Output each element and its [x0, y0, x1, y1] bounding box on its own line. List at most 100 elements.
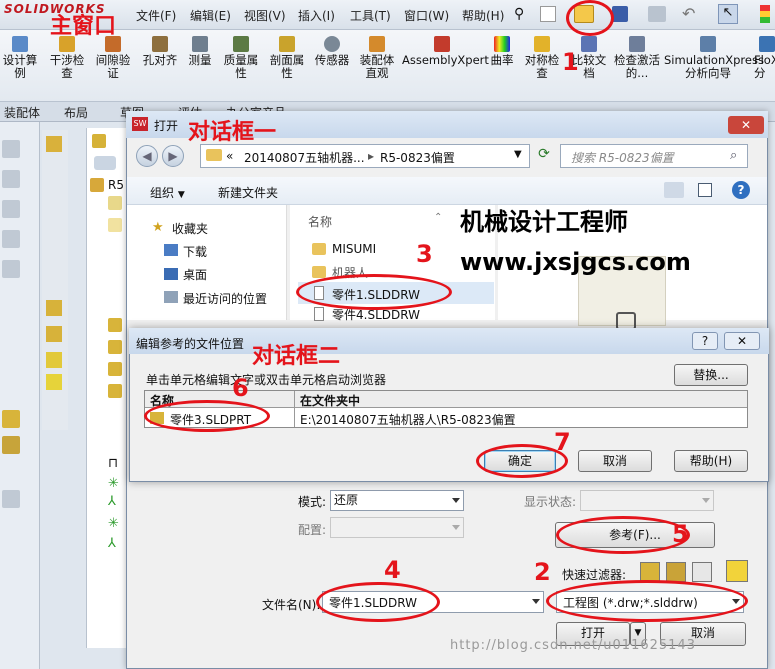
undo-icon[interactable]: ↶: [682, 4, 695, 23]
tool-icon[interactable]: [2, 140, 20, 158]
feature-icon[interactable]: [46, 374, 62, 390]
preview-pane-icon[interactable]: [698, 183, 712, 197]
menu-tools[interactable]: 工具(T): [350, 7, 391, 24]
annotation-dialog1: 对话框一: [188, 120, 277, 145]
ref-cancel-button[interactable]: 取消: [578, 450, 652, 472]
mate-icon[interactable]: ⅄: [108, 494, 116, 509]
ribbon-sensor[interactable]: 传感器: [312, 32, 352, 67]
tab-layout[interactable]: 布局: [64, 104, 88, 121]
tool-icon[interactable]: [2, 436, 20, 454]
ribbon-curvature[interactable]: 曲率: [486, 32, 518, 67]
column-sort-icon[interactable]: ⌃: [434, 212, 442, 223]
pin-icon[interactable]: ⚲: [514, 6, 524, 22]
chevron-down-icon[interactable]: ▼: [514, 149, 522, 160]
part-icon[interactable]: [108, 384, 122, 398]
ribbon-check-active[interactable]: 检查激活的...: [614, 32, 660, 80]
ribbon-symmetry[interactable]: 对称检查: [522, 32, 562, 80]
tool-icon[interactable]: [2, 490, 20, 508]
ribbon-mass-props[interactable]: 质量属性: [220, 32, 262, 80]
mate-icon[interactable]: ✳: [108, 516, 119, 531]
organize-button[interactable]: 组织 ▼: [150, 184, 185, 201]
grid-col-folder[interactable]: 在文件夹中: [300, 392, 360, 409]
nav-desktop[interactable]: 桌面: [183, 266, 207, 283]
config-select[interactable]: [330, 517, 464, 538]
ref-help-button[interactable]: 帮助(H): [674, 450, 748, 472]
ribbon-flox[interactable]: FloX 分: [754, 32, 775, 80]
ribbon-measure[interactable]: 测量: [184, 32, 216, 67]
ribbon-asm-visual[interactable]: 装配体直观: [356, 32, 398, 80]
forward-icon[interactable]: ▶: [162, 145, 184, 167]
traffic-light-icon[interactable]: [760, 5, 770, 23]
filter-drawings-icon[interactable]: [692, 562, 712, 582]
filter-icon[interactable]: [94, 156, 116, 170]
help-icon[interactable]: ?: [732, 181, 750, 199]
close-icon[interactable]: ✕: [728, 116, 764, 134]
annotation-ring-filetype: [546, 580, 748, 622]
asm-visual-icon: [369, 36, 385, 52]
mode-select[interactable]: 还原: [330, 490, 464, 511]
display-state-label: 显示状态:: [524, 495, 577, 509]
view-mode-icon[interactable]: [664, 182, 684, 198]
filter-assemblies-icon[interactable]: [666, 562, 686, 582]
refresh-icon[interactable]: ⟳: [534, 146, 554, 166]
download-icon: [164, 244, 178, 256]
assembly-icon[interactable]: [92, 134, 106, 148]
mate-icon[interactable]: ✳: [108, 476, 119, 491]
menu-help[interactable]: 帮助(H): [462, 7, 504, 24]
filter-top-level-icon[interactable]: [726, 560, 748, 582]
breadcrumb-current[interactable]: R5-0823偏置: [380, 149, 455, 166]
feature-icon[interactable]: [46, 326, 62, 342]
menu-insert[interactable]: 插入(I): [298, 7, 335, 24]
menu-edit[interactable]: 编辑(E): [190, 7, 231, 24]
column-name-header[interactable]: 名称: [308, 213, 332, 230]
display-state-select[interactable]: [580, 490, 714, 511]
history-icon[interactable]: [108, 196, 122, 210]
new-document-icon[interactable]: [540, 6, 556, 22]
dialog-help-icon[interactable]: ?: [692, 332, 718, 350]
tab-assembly[interactable]: 装配体: [4, 104, 40, 121]
annotation-icon[interactable]: [108, 218, 122, 232]
tree-root-label[interactable]: R5: [108, 178, 124, 192]
mates-icon[interactable]: ⊓: [108, 456, 118, 471]
ribbon-assemblyxpert[interactable]: AssemblyXpert: [402, 32, 489, 67]
tool-icon[interactable]: [2, 170, 20, 188]
menu-file[interactable]: 文件(F): [136, 7, 176, 24]
tool-icon[interactable]: [2, 200, 20, 218]
new-folder-button[interactable]: 新建文件夹: [218, 184, 278, 201]
menu-view[interactable]: 视图(V): [244, 7, 286, 24]
replace-button[interactable]: 替换...: [674, 364, 748, 386]
mate-icon[interactable]: ⅄: [108, 536, 116, 551]
tool-icon[interactable]: [2, 230, 20, 248]
back-icon[interactable]: ◀: [136, 145, 158, 167]
ribbon-design-study[interactable]: 设计算例: [0, 32, 40, 80]
nav-favorites[interactable]: 收藏夹: [172, 220, 208, 237]
select-arrow-icon[interactable]: ↖: [718, 4, 738, 24]
simulation-icon: [700, 36, 716, 52]
ribbon-hole-align[interactable]: 孔对齐: [140, 32, 180, 67]
compare-docs-icon: [581, 36, 597, 52]
print-icon[interactable]: [648, 6, 666, 22]
feature-icon[interactable]: [46, 352, 62, 368]
save-icon[interactable]: [612, 6, 628, 22]
part-icon[interactable]: [108, 318, 122, 332]
file-item-misumi[interactable]: MISUMI: [332, 242, 376, 256]
tool-icon[interactable]: [2, 410, 20, 428]
search-input[interactable]: 搜索 R5-0823偏置: [560, 144, 748, 168]
ribbon-section-props[interactable]: 剖面属性: [266, 32, 308, 80]
feature-icon[interactable]: [46, 300, 62, 316]
3d-sketch-icon[interactable]: [46, 136, 62, 152]
filter-parts-icon[interactable]: [640, 562, 660, 582]
menu-window[interactable]: 窗口(W): [404, 7, 449, 24]
dialog-close-icon[interactable]: ✕: [724, 332, 760, 350]
breadcrumb-prefix[interactable]: «: [226, 149, 233, 163]
nav-downloads[interactable]: 下载: [183, 243, 207, 260]
part-icon[interactable]: [108, 362, 122, 376]
grid-col-divider: [294, 391, 295, 427]
nav-recent[interactable]: 最近访问的位置: [183, 290, 267, 307]
ribbon-simulationxpress[interactable]: SimulationXpress 分析向导: [664, 32, 764, 80]
grid-row-folder[interactable]: E:\20140807五轴机器人\R5-0823偏置: [300, 411, 516, 428]
annotation-step6: 6: [232, 374, 249, 402]
part-icon[interactable]: [108, 340, 122, 354]
breadcrumb-parent[interactable]: 20140807五轴机器...: [244, 149, 365, 166]
tool-icon[interactable]: [2, 260, 20, 278]
